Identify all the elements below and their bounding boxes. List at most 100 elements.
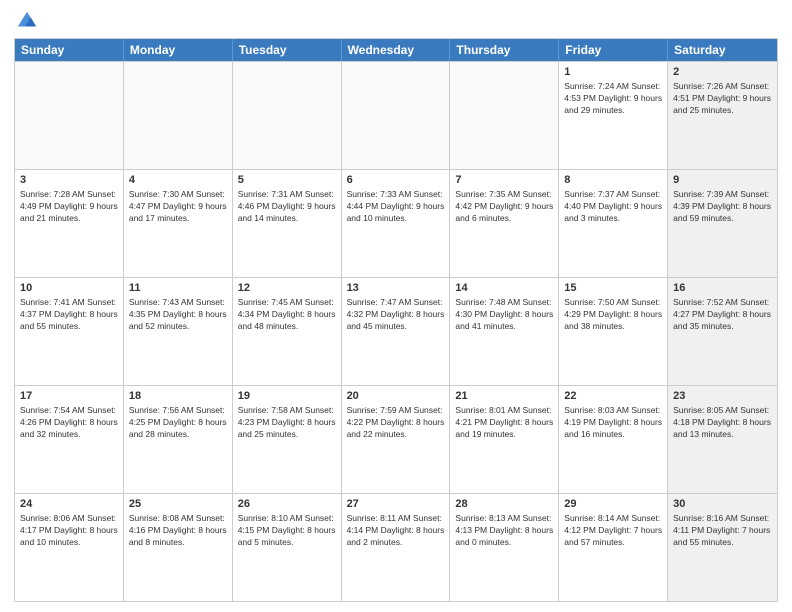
day-number: 10 xyxy=(20,281,118,296)
day-info: Sunrise: 8:05 AM Sunset: 4:18 PM Dayligh… xyxy=(673,405,772,441)
logo-icon xyxy=(16,10,38,32)
day-number: 11 xyxy=(129,281,227,296)
day-cell-4-0: 24Sunrise: 8:06 AM Sunset: 4:17 PM Dayli… xyxy=(15,494,124,601)
day-cell-0-0 xyxy=(15,62,124,169)
day-info: Sunrise: 7:35 AM Sunset: 4:42 PM Dayligh… xyxy=(455,189,553,225)
day-info: Sunrise: 7:30 AM Sunset: 4:47 PM Dayligh… xyxy=(129,189,227,225)
day-number: 14 xyxy=(455,281,553,296)
page: Sunday Monday Tuesday Wednesday Thursday… xyxy=(0,0,792,612)
day-number: 24 xyxy=(20,497,118,512)
day-cell-3-2: 19Sunrise: 7:58 AM Sunset: 4:23 PM Dayli… xyxy=(233,386,342,493)
day-number: 2 xyxy=(673,65,772,80)
day-cell-1-1: 4Sunrise: 7:30 AM Sunset: 4:47 PM Daylig… xyxy=(124,170,233,277)
day-info: Sunrise: 8:08 AM Sunset: 4:16 PM Dayligh… xyxy=(129,513,227,549)
calendar-body: 1Sunrise: 7:24 AM Sunset: 4:53 PM Daylig… xyxy=(15,61,777,601)
week-row-1: 1Sunrise: 7:24 AM Sunset: 4:53 PM Daylig… xyxy=(15,61,777,169)
day-number: 5 xyxy=(238,173,336,188)
day-info: Sunrise: 7:50 AM Sunset: 4:29 PM Dayligh… xyxy=(564,297,662,333)
day-cell-4-2: 26Sunrise: 8:10 AM Sunset: 4:15 PM Dayli… xyxy=(233,494,342,601)
day-cell-2-6: 16Sunrise: 7:52 AM Sunset: 4:27 PM Dayli… xyxy=(668,278,777,385)
day-number: 30 xyxy=(673,497,772,512)
day-number: 1 xyxy=(564,65,662,80)
day-info: Sunrise: 8:10 AM Sunset: 4:15 PM Dayligh… xyxy=(238,513,336,549)
day-cell-3-1: 18Sunrise: 7:56 AM Sunset: 4:25 PM Dayli… xyxy=(124,386,233,493)
day-info: Sunrise: 7:47 AM Sunset: 4:32 PM Dayligh… xyxy=(347,297,445,333)
day-number: 28 xyxy=(455,497,553,512)
day-number: 19 xyxy=(238,389,336,404)
day-cell-2-2: 12Sunrise: 7:45 AM Sunset: 4:34 PM Dayli… xyxy=(233,278,342,385)
day-number: 4 xyxy=(129,173,227,188)
day-info: Sunrise: 7:31 AM Sunset: 4:46 PM Dayligh… xyxy=(238,189,336,225)
logo xyxy=(14,10,38,32)
day-cell-3-6: 23Sunrise: 8:05 AM Sunset: 4:18 PM Dayli… xyxy=(668,386,777,493)
day-number: 16 xyxy=(673,281,772,296)
day-info: Sunrise: 8:11 AM Sunset: 4:14 PM Dayligh… xyxy=(347,513,445,549)
day-info: Sunrise: 7:39 AM Sunset: 4:39 PM Dayligh… xyxy=(673,189,772,225)
day-info: Sunrise: 7:43 AM Sunset: 4:35 PM Dayligh… xyxy=(129,297,227,333)
day-number: 22 xyxy=(564,389,662,404)
day-cell-0-4 xyxy=(450,62,559,169)
day-info: Sunrise: 8:03 AM Sunset: 4:19 PM Dayligh… xyxy=(564,405,662,441)
day-info: Sunrise: 8:14 AM Sunset: 4:12 PM Dayligh… xyxy=(564,513,662,549)
day-info: Sunrise: 7:33 AM Sunset: 4:44 PM Dayligh… xyxy=(347,189,445,225)
day-number: 21 xyxy=(455,389,553,404)
day-cell-4-6: 30Sunrise: 8:16 AM Sunset: 4:11 PM Dayli… xyxy=(668,494,777,601)
day-cell-1-3: 6Sunrise: 7:33 AM Sunset: 4:44 PM Daylig… xyxy=(342,170,451,277)
day-cell-1-0: 3Sunrise: 7:28 AM Sunset: 4:49 PM Daylig… xyxy=(15,170,124,277)
day-cell-2-5: 15Sunrise: 7:50 AM Sunset: 4:29 PM Dayli… xyxy=(559,278,668,385)
week-row-4: 17Sunrise: 7:54 AM Sunset: 4:26 PM Dayli… xyxy=(15,385,777,493)
day-cell-3-3: 20Sunrise: 7:59 AM Sunset: 4:22 PM Dayli… xyxy=(342,386,451,493)
day-info: Sunrise: 7:48 AM Sunset: 4:30 PM Dayligh… xyxy=(455,297,553,333)
calendar-header: Sunday Monday Tuesday Wednesday Thursday… xyxy=(15,39,777,61)
header-saturday: Saturday xyxy=(668,39,777,61)
day-number: 20 xyxy=(347,389,445,404)
day-info: Sunrise: 7:26 AM Sunset: 4:51 PM Dayligh… xyxy=(673,81,772,117)
calendar: Sunday Monday Tuesday Wednesday Thursday… xyxy=(14,38,778,602)
day-cell-1-6: 9Sunrise: 7:39 AM Sunset: 4:39 PM Daylig… xyxy=(668,170,777,277)
day-number: 27 xyxy=(347,497,445,512)
day-cell-3-0: 17Sunrise: 7:54 AM Sunset: 4:26 PM Dayli… xyxy=(15,386,124,493)
day-cell-4-1: 25Sunrise: 8:08 AM Sunset: 4:16 PM Dayli… xyxy=(124,494,233,601)
day-number: 6 xyxy=(347,173,445,188)
day-cell-0-5: 1Sunrise: 7:24 AM Sunset: 4:53 PM Daylig… xyxy=(559,62,668,169)
header-thursday: Thursday xyxy=(450,39,559,61)
day-cell-4-4: 28Sunrise: 8:13 AM Sunset: 4:13 PM Dayli… xyxy=(450,494,559,601)
day-info: Sunrise: 7:45 AM Sunset: 4:34 PM Dayligh… xyxy=(238,297,336,333)
day-info: Sunrise: 8:13 AM Sunset: 4:13 PM Dayligh… xyxy=(455,513,553,549)
header xyxy=(14,10,778,32)
day-number: 9 xyxy=(673,173,772,188)
header-wednesday: Wednesday xyxy=(342,39,451,61)
day-info: Sunrise: 7:41 AM Sunset: 4:37 PM Dayligh… xyxy=(20,297,118,333)
week-row-2: 3Sunrise: 7:28 AM Sunset: 4:49 PM Daylig… xyxy=(15,169,777,277)
week-row-5: 24Sunrise: 8:06 AM Sunset: 4:17 PM Dayli… xyxy=(15,493,777,601)
day-number: 17 xyxy=(20,389,118,404)
day-info: Sunrise: 7:24 AM Sunset: 4:53 PM Dayligh… xyxy=(564,81,662,117)
day-info: Sunrise: 7:58 AM Sunset: 4:23 PM Dayligh… xyxy=(238,405,336,441)
day-number: 29 xyxy=(564,497,662,512)
day-cell-1-4: 7Sunrise: 7:35 AM Sunset: 4:42 PM Daylig… xyxy=(450,170,559,277)
day-cell-4-3: 27Sunrise: 8:11 AM Sunset: 4:14 PM Dayli… xyxy=(342,494,451,601)
day-info: Sunrise: 7:52 AM Sunset: 4:27 PM Dayligh… xyxy=(673,297,772,333)
day-cell-2-4: 14Sunrise: 7:48 AM Sunset: 4:30 PM Dayli… xyxy=(450,278,559,385)
day-cell-3-4: 21Sunrise: 8:01 AM Sunset: 4:21 PM Dayli… xyxy=(450,386,559,493)
day-info: Sunrise: 8:06 AM Sunset: 4:17 PM Dayligh… xyxy=(20,513,118,549)
day-info: Sunrise: 7:37 AM Sunset: 4:40 PM Dayligh… xyxy=(564,189,662,225)
day-info: Sunrise: 7:56 AM Sunset: 4:25 PM Dayligh… xyxy=(129,405,227,441)
day-number: 18 xyxy=(129,389,227,404)
day-cell-1-5: 8Sunrise: 7:37 AM Sunset: 4:40 PM Daylig… xyxy=(559,170,668,277)
day-info: Sunrise: 7:28 AM Sunset: 4:49 PM Dayligh… xyxy=(20,189,118,225)
day-info: Sunrise: 8:01 AM Sunset: 4:21 PM Dayligh… xyxy=(455,405,553,441)
day-info: Sunrise: 7:59 AM Sunset: 4:22 PM Dayligh… xyxy=(347,405,445,441)
day-number: 26 xyxy=(238,497,336,512)
day-number: 13 xyxy=(347,281,445,296)
day-number: 25 xyxy=(129,497,227,512)
day-cell-0-1 xyxy=(124,62,233,169)
day-info: Sunrise: 7:54 AM Sunset: 4:26 PM Dayligh… xyxy=(20,405,118,441)
day-number: 23 xyxy=(673,389,772,404)
header-tuesday: Tuesday xyxy=(233,39,342,61)
day-cell-2-1: 11Sunrise: 7:43 AM Sunset: 4:35 PM Dayli… xyxy=(124,278,233,385)
day-number: 15 xyxy=(564,281,662,296)
header-sunday: Sunday xyxy=(15,39,124,61)
day-cell-0-3 xyxy=(342,62,451,169)
header-monday: Monday xyxy=(124,39,233,61)
